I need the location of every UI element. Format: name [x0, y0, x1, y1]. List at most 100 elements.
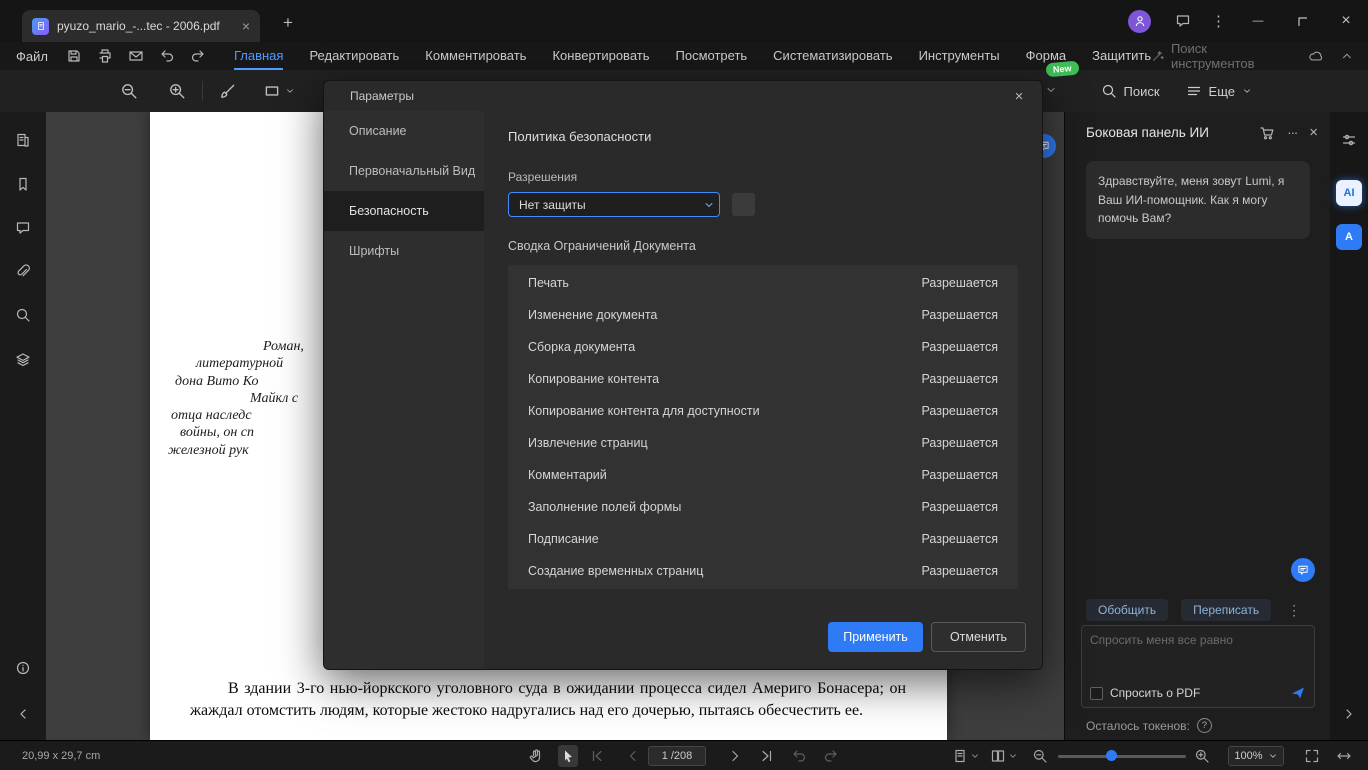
zoom-slider[interactable] [1058, 741, 1186, 770]
chevron-down-icon[interactable] [1045, 84, 1057, 96]
ribbon-tabs: Главная Редактировать Комментировать Кон… [233, 42, 1151, 70]
close-button[interactable]: × [1324, 0, 1368, 42]
more-label: Еще [1208, 83, 1235, 99]
summarize-button[interactable]: Обобщить [1086, 599, 1169, 621]
more-button[interactable]: Еще [1186, 83, 1252, 99]
cloud-icon[interactable] [1308, 48, 1324, 64]
page-number-input[interactable]: 1 /208 [648, 746, 706, 766]
ai-chat-icon[interactable] [1291, 558, 1315, 582]
bookmarks-icon[interactable] [15, 176, 31, 192]
permissions-dropdown[interactable]: Нет защиты [508, 192, 720, 217]
tab-home[interactable]: Главная [233, 42, 284, 70]
redo-icon[interactable] [190, 48, 206, 64]
search-panel-icon[interactable] [15, 307, 31, 323]
page-layout-icon[interactable] [990, 741, 1018, 770]
tab-protect[interactable]: Защитить [1092, 42, 1151, 70]
fit-width-icon[interactable] [1336, 741, 1352, 770]
table-row: Комментарий Разрешается [528, 468, 998, 482]
layers-icon[interactable] [15, 352, 31, 368]
dialog-tab-security[interactable]: Безопасность [324, 191, 484, 231]
wand-icon [1151, 49, 1165, 63]
titlebar: pyuzo_mario_-...tec - 2006.pdf × + ⋮ — × [0, 0, 1368, 42]
comments-icon[interactable] [15, 220, 31, 236]
ai-assistant-icon[interactable]: AI [1336, 180, 1362, 206]
cancel-button[interactable]: Отменить [931, 622, 1026, 652]
tab-view[interactable]: Посмотреть [676, 42, 748, 70]
send-icon[interactable] [1290, 685, 1306, 701]
table-row: Извлечение страниц Разрешается [528, 436, 998, 450]
translate-icon[interactable]: A [1336, 224, 1362, 250]
rewrite-button[interactable]: Переписать [1181, 599, 1272, 621]
account-avatar[interactable] [1128, 9, 1151, 33]
tab-organize[interactable]: Систематизировать [773, 42, 892, 70]
dialog-tab-fonts[interactable]: Шрифты [324, 231, 484, 271]
fullscreen-icon[interactable] [1304, 741, 1320, 770]
table-row: Подписание Разрешается [528, 532, 998, 546]
page-view-mode-icon[interactable] [952, 741, 980, 770]
zoom-out-tool-icon[interactable] [120, 82, 138, 100]
expand-panel-icon[interactable] [1341, 706, 1357, 722]
zoom-in-icon[interactable] [1194, 741, 1210, 770]
ai-prompt-input[interactable] [1090, 633, 1306, 685]
collapse-ribbon-icon[interactable] [1340, 49, 1354, 63]
select-tool-icon[interactable] [558, 745, 578, 767]
attachments-icon[interactable] [15, 263, 31, 279]
zoom-level-dropdown[interactable]: 100% [1228, 746, 1284, 766]
menu-file[interactable]: Файл [0, 49, 66, 64]
ai-more-icon[interactable]: ··· [1287, 125, 1298, 140]
cart-icon[interactable] [1259, 125, 1275, 141]
ai-actions-more-icon[interactable]: ⋮ [1287, 602, 1301, 619]
brush-tool-icon[interactable] [219, 82, 237, 100]
maximize-button[interactable] [1280, 0, 1324, 42]
tab-tools[interactable]: Инструменты [919, 42, 1000, 70]
table-row: Печать Разрешается [528, 276, 998, 290]
thumbnails-icon[interactable] [15, 132, 31, 148]
info-icon[interactable] [15, 660, 31, 676]
dialog-tab-initial-view[interactable]: Первоначальный Вид [324, 151, 484, 191]
zoom-in-tool-icon[interactable] [168, 82, 186, 100]
zoom-slider-thumb[interactable] [1106, 750, 1117, 761]
save-icon[interactable] [66, 48, 82, 64]
dialog-close-icon[interactable]: × [1008, 88, 1030, 105]
document-tab[interactable]: pyuzo_mario_-...tec - 2006.pdf × [22, 10, 260, 42]
minimize-button[interactable]: — [1236, 0, 1280, 42]
dialog-tab-description[interactable]: Описание [324, 111, 484, 151]
next-view-icon[interactable] [823, 741, 839, 770]
ai-input-box: Спросить о PDF [1081, 625, 1315, 708]
collapse-sidebar-icon[interactable] [15, 706, 31, 722]
tab-close-icon[interactable]: × [242, 18, 250, 34]
next-page-icon[interactable] [727, 741, 743, 770]
last-page-icon[interactable] [759, 741, 775, 770]
security-policy-title: Политика безопасности [508, 129, 652, 144]
undo-icon[interactable] [159, 48, 175, 64]
first-page-icon[interactable] [589, 741, 605, 770]
zoom-out-icon[interactable] [1032, 741, 1048, 770]
previous-page-icon[interactable] [625, 741, 641, 770]
properties-tune-icon[interactable] [1341, 132, 1357, 148]
feedback-icon[interactable] [1175, 13, 1191, 29]
app-menu-icon[interactable]: ⋮ [1211, 12, 1226, 30]
print-icon[interactable] [97, 48, 113, 64]
dialog-header: Параметры × [324, 81, 1042, 111]
new-tab-button[interactable]: + [276, 11, 300, 35]
permissions-label: Разрешения [508, 170, 578, 184]
tab-comment[interactable]: Комментировать [425, 42, 526, 70]
search-button[interactable]: Поиск [1101, 83, 1160, 99]
new-feature-badge: New [1045, 60, 1080, 78]
mail-icon[interactable] [128, 48, 144, 64]
app-window: pyuzo_mario_-...tec - 2006.pdf × + ⋮ — ×… [0, 0, 1368, 770]
tokens-help-icon[interactable]: ? [1196, 718, 1212, 733]
ai-close-icon[interactable]: × [1309, 124, 1318, 141]
dialog-title: Параметры [350, 89, 414, 103]
previous-view-icon[interactable] [791, 741, 807, 770]
search-tools-button[interactable]: Поиск инструментов [1151, 41, 1292, 71]
tab-convert[interactable]: Конвертировать [552, 42, 649, 70]
hamburger-icon [1186, 83, 1202, 99]
ask-pdf-checkbox[interactable] [1090, 686, 1103, 700]
shape-tool-icon[interactable] [263, 82, 295, 100]
permissions-edit-box[interactable] [732, 193, 755, 216]
hand-tool-icon[interactable] [528, 741, 544, 770]
chevron-down-icon [285, 86, 295, 96]
tab-edit[interactable]: Редактировать [309, 42, 399, 70]
apply-button[interactable]: Применить [828, 622, 923, 652]
